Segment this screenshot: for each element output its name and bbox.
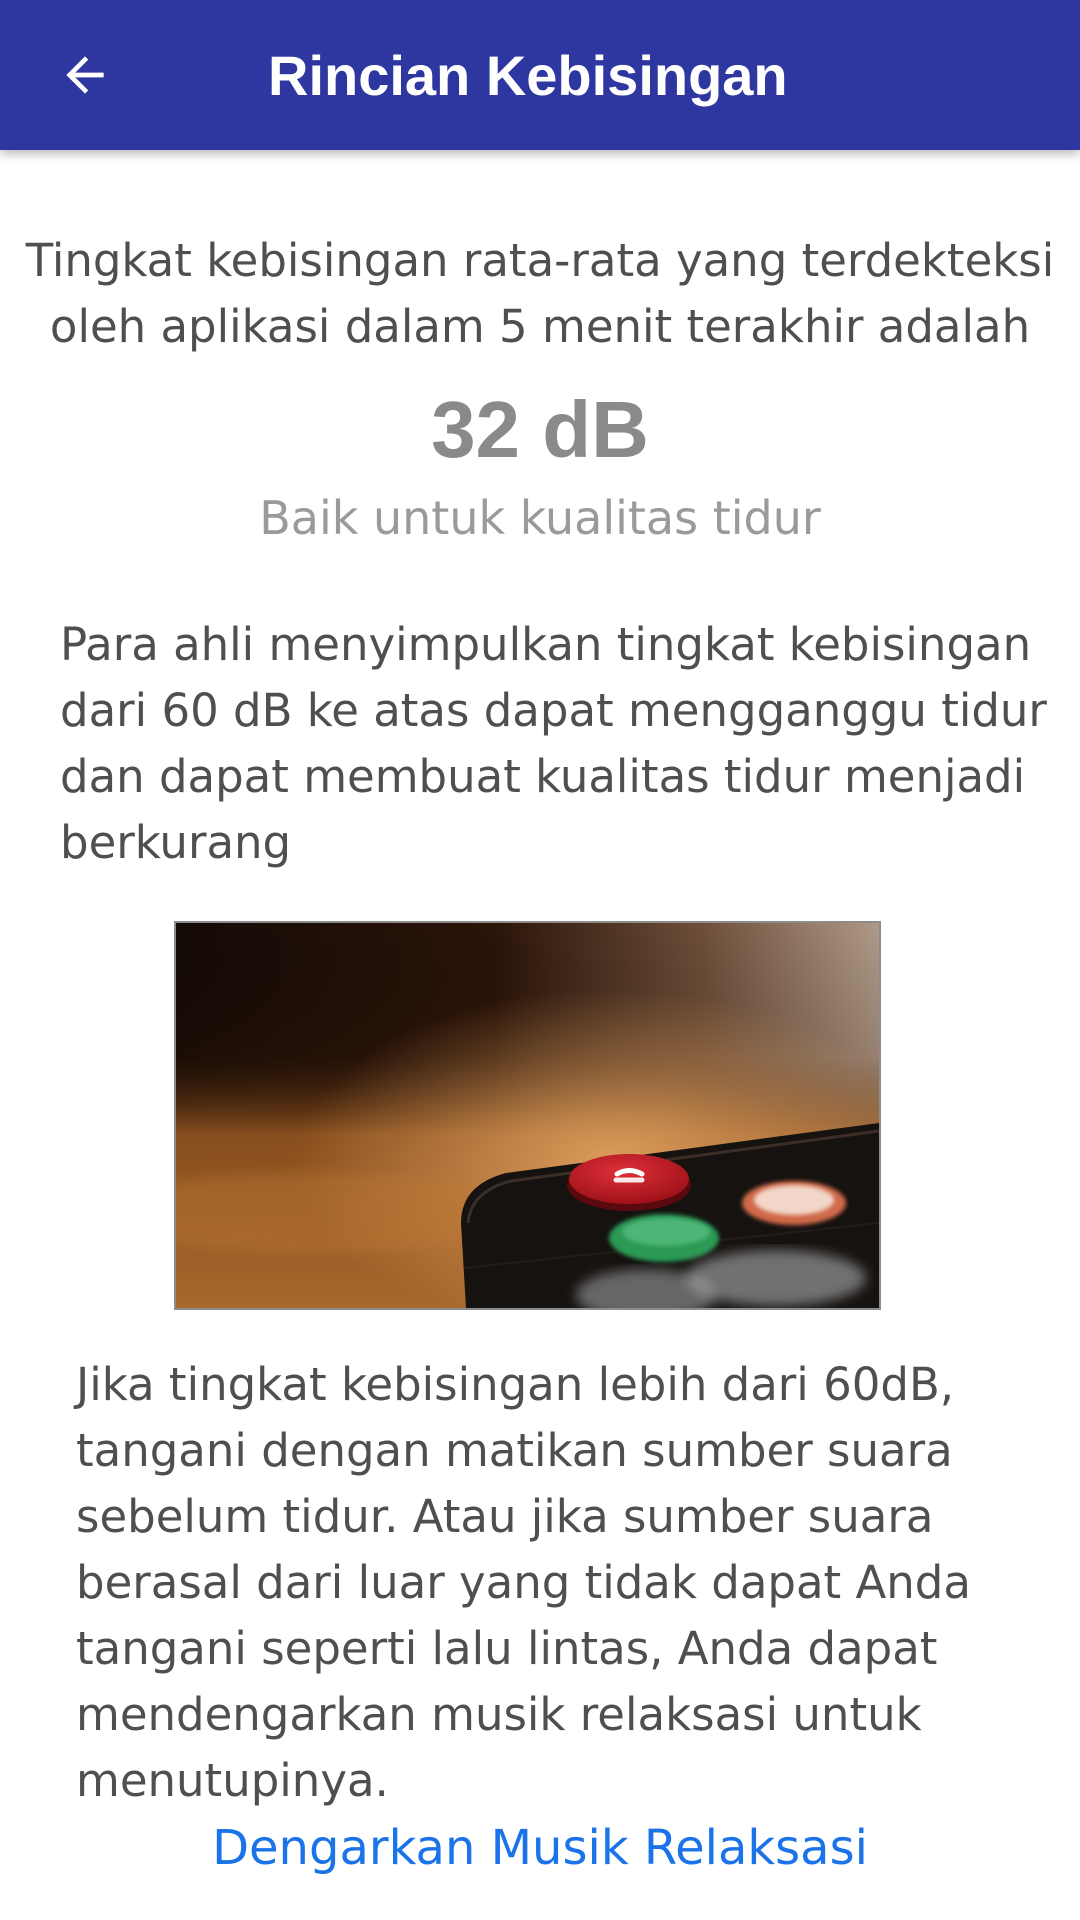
back-button[interactable]: [40, 30, 130, 120]
expert-info-text: Para ahli menyimpulkan tingkat kebisinga…: [60, 618, 1047, 869]
noise-level-value: 32 dB: [431, 385, 649, 474]
listen-relaxation-music-link[interactable]: Dengarkan Musik Relaksasi: [0, 1815, 1080, 1881]
arrow-left-icon: [66, 56, 104, 94]
noise-status-text: Baik untuk kualitas tidur: [259, 491, 821, 545]
page-title: Rincian Kebisingan: [268, 44, 788, 107]
noise-intro-text: Tingkat kebisingan rata-rata yang terdek…: [25, 234, 1055, 353]
advice-text: Jika tingkat kebisingan lebih dari 60dB,…: [76, 1358, 971, 1807]
app-bar: Rincian Kebisingan: [0, 0, 1080, 150]
tv-remote-image: [174, 921, 881, 1310]
